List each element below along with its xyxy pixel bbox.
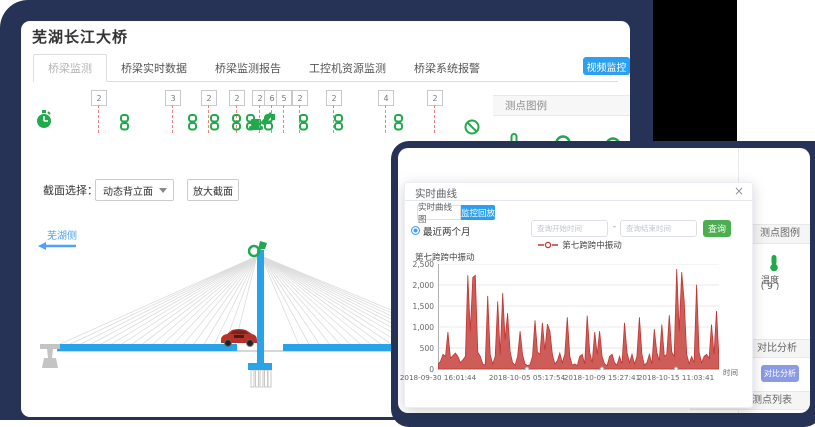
x-axis-name: 时间 xyxy=(723,367,738,378)
sensor-count-badge[interactable]: 2 xyxy=(91,90,107,106)
sensor-drop-line xyxy=(434,105,435,133)
no-entry-icon[interactable] xyxy=(464,119,480,135)
abutment xyxy=(40,344,62,369)
chain-link-icon[interactable] xyxy=(263,114,274,131)
legend-series-name: 第七跨跨中振动 xyxy=(562,239,622,251)
white-region xyxy=(737,0,815,141)
tower-top-sensor-icon[interactable] xyxy=(248,240,268,258)
sensor-count-badge[interactable]: 3 xyxy=(165,90,181,106)
section-select-label: 截面选择： xyxy=(43,178,98,202)
legend-marker-icon xyxy=(538,241,558,249)
modal-title: 实时曲线 xyxy=(415,186,457,201)
car xyxy=(218,327,260,347)
sensor-drop-line xyxy=(385,105,386,133)
sensor-count-badge[interactable]: 2 xyxy=(201,90,217,106)
sensor-drop-line xyxy=(98,105,99,133)
tab-playback[interactable]: 监控回放 xyxy=(461,205,495,220)
sensor-drop-line xyxy=(172,105,173,133)
bridge-side-label: 芜湖侧 xyxy=(47,227,77,242)
thermometer-icon[interactable] xyxy=(768,254,780,272)
query-start-time-input[interactable] xyxy=(531,220,608,237)
chart-legend[interactable]: 第七跨跨中振动 xyxy=(492,239,668,251)
tab-realtime-curve[interactable]: 实时曲线图 xyxy=(417,205,461,220)
chain-link-icon[interactable] xyxy=(298,114,309,131)
left-arrow-icon xyxy=(38,242,78,250)
bridge-pier-cap xyxy=(248,363,272,370)
radio-label: 最近两个月 xyxy=(423,224,471,238)
sensor-count-badge[interactable]: 2 xyxy=(427,90,443,106)
chain-link-icon[interactable] xyxy=(209,114,220,131)
enlarge-section-button[interactable]: 放大截面 xyxy=(187,179,239,201)
radio-last-two-months[interactable] xyxy=(411,226,420,235)
realtime-curve-modal: 实时曲线 × 实时曲线图 监控回放 最近两个月 - 查询 第七跨跨中振动 第七跨… xyxy=(404,182,753,408)
screen: 芜湖长江大桥 桥梁监测桥梁实时数据桥梁监测报告工控机资源监测桥梁系统报警 视频监… xyxy=(0,0,815,420)
chain-link-icon[interactable] xyxy=(119,114,130,131)
bridge-deck-left xyxy=(57,344,237,351)
y-tick-label: 2,500 xyxy=(407,260,434,269)
query-button[interactable]: 查询 xyxy=(703,220,731,237)
x-tick-label: 2018-10-15 11:03:41 xyxy=(631,373,721,382)
caret-down-icon xyxy=(159,188,167,193)
y-tick-label: 500 xyxy=(407,344,434,353)
sensor-count-badge[interactable]: 2 xyxy=(326,90,342,106)
query-end-time-input[interactable] xyxy=(620,220,697,237)
stopwatch-icon[interactable] xyxy=(35,109,53,129)
chain-link-icon[interactable] xyxy=(231,114,242,131)
sensor-count-badge[interactable]: 5 xyxy=(276,90,292,106)
sensor-count-badge[interactable]: 4 xyxy=(378,90,394,106)
y-tick-label: 1,000 xyxy=(407,323,434,332)
y-tick-label: 1,500 xyxy=(407,302,434,311)
x-tick-label: 2018-09-30 16:01:44 xyxy=(393,373,483,382)
sensor-count-badge[interactable]: 2 xyxy=(292,90,308,106)
close-icon[interactable]: × xyxy=(734,184,744,198)
date-range-separator: - xyxy=(609,222,620,232)
compare-analysis-button[interactable]: 对比分析 xyxy=(761,365,799,382)
y-tick-label: 2,000 xyxy=(407,281,434,290)
bridge-piles xyxy=(250,370,272,388)
sensor-count-badge[interactable]: 2 xyxy=(229,90,245,106)
chain-link-icon[interactable] xyxy=(393,114,404,131)
sensor-drop-line xyxy=(259,105,260,133)
section-select-value: 动态背立面 xyxy=(103,183,153,198)
vibration-chart xyxy=(438,264,719,370)
chain-link-icon[interactable] xyxy=(245,114,256,131)
chain-link-icon[interactable] xyxy=(333,114,344,131)
black-region xyxy=(653,0,737,141)
chain-link-icon[interactable] xyxy=(187,114,198,131)
legend-panel-header: 测点图例 xyxy=(493,95,630,116)
sensor-drop-line xyxy=(283,105,284,133)
section-select-dropdown[interactable]: 动态背立面 xyxy=(95,179,174,201)
